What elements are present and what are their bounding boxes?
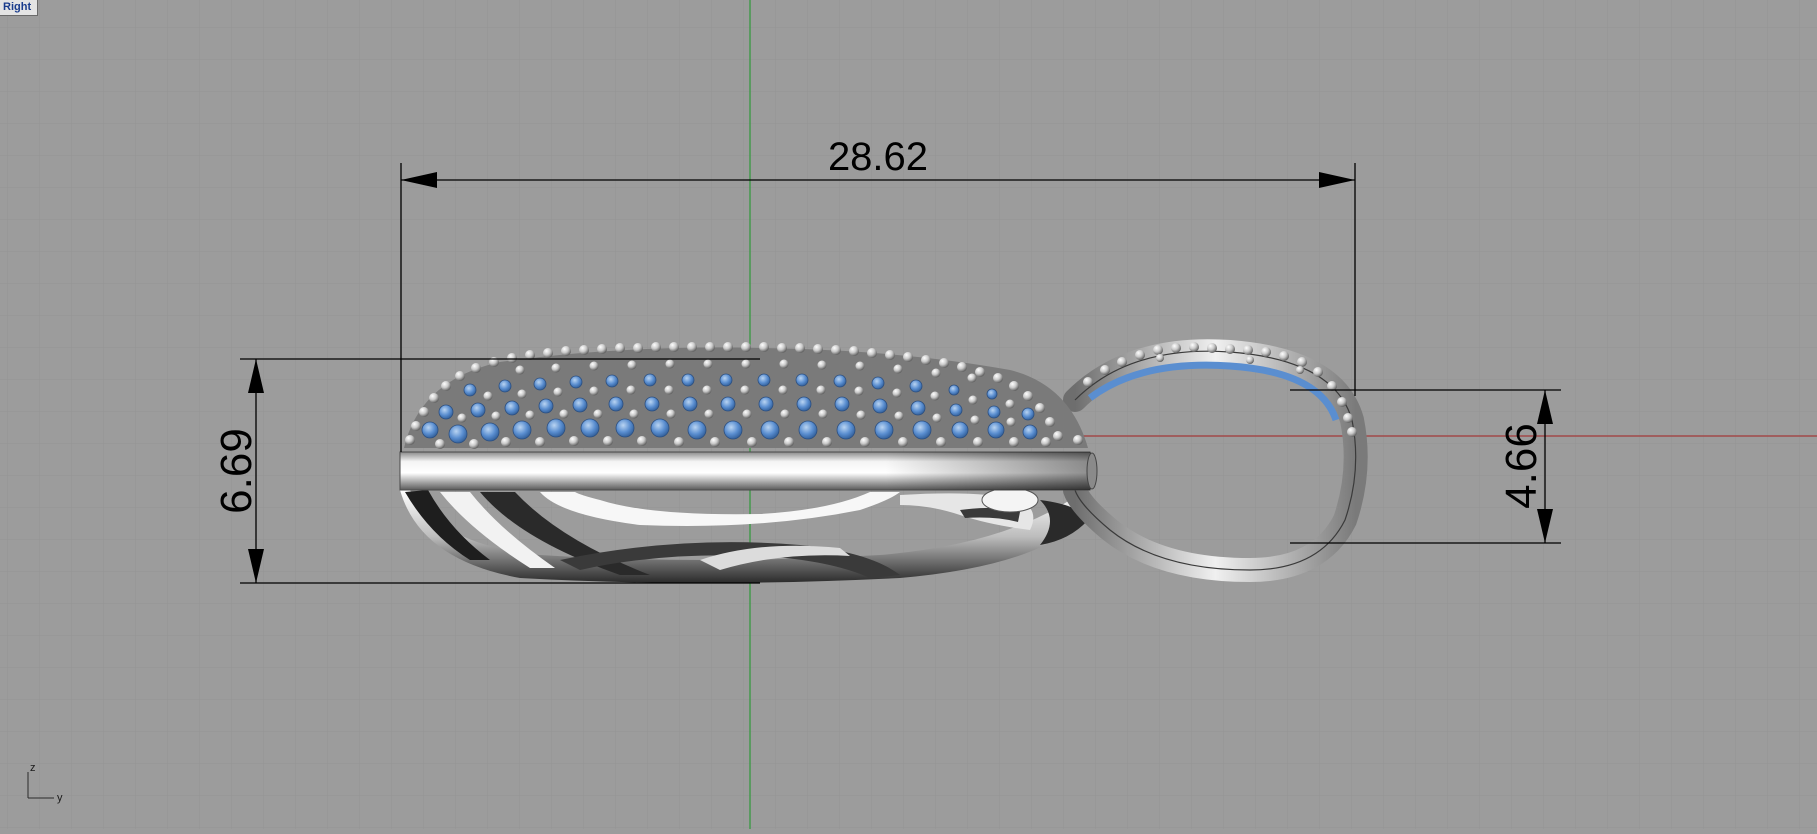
dimension-right-height-label[interactable]: 4.66 bbox=[1497, 423, 1546, 509]
pendant-bezel-band bbox=[399, 451, 1098, 491]
viewport-canvas[interactable]: 28.62 6.69 4.66 z y bbox=[0, 0, 1817, 829]
viewport-title-tab[interactable]: Right bbox=[0, 0, 39, 16]
axis-y-label: y bbox=[57, 792, 63, 804]
axis-z-label: z bbox=[30, 762, 36, 774]
dimension-width-label[interactable]: 28.62 bbox=[828, 135, 928, 179]
dimension-left-height-label[interactable]: 6.69 bbox=[212, 428, 261, 514]
rhino-right-viewport[interactable]: Right 28.62 6.69 4.66 z y bbox=[0, 0, 1817, 829]
